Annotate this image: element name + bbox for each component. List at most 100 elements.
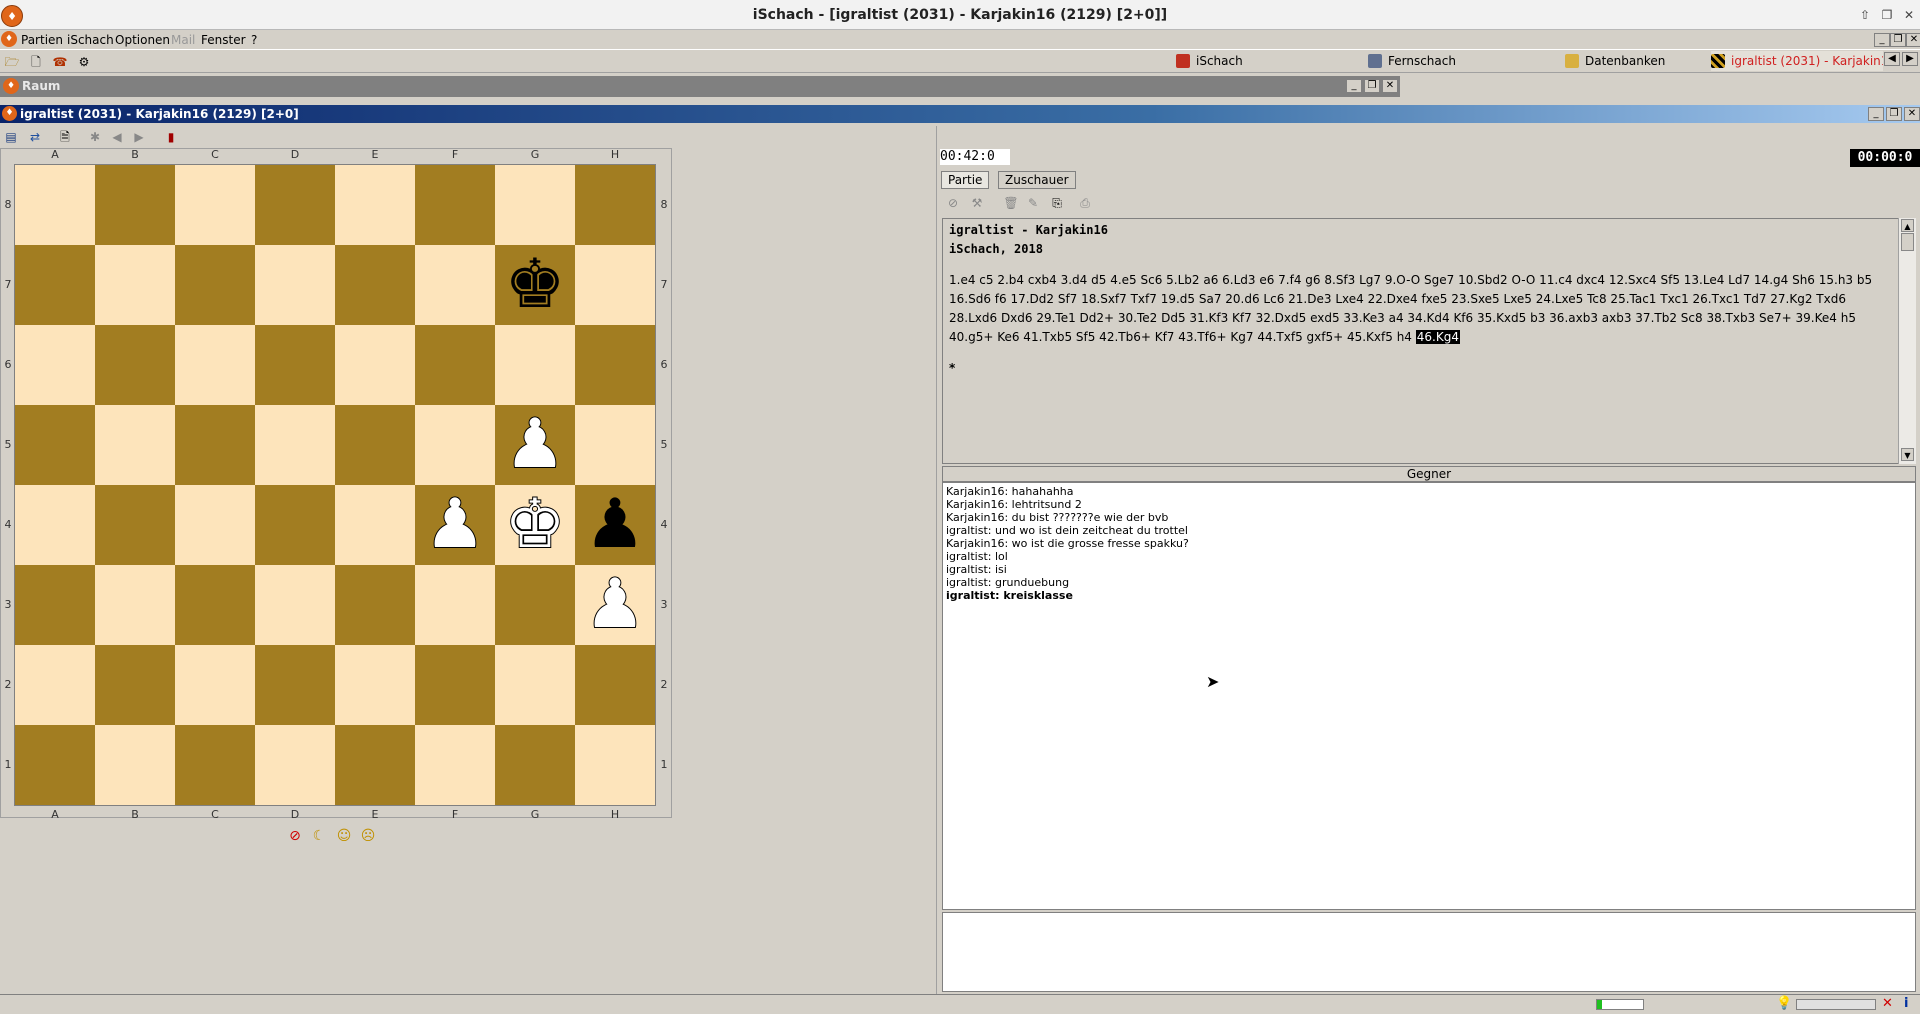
square-d7[interactable] [255, 245, 335, 325]
white-pawn-f4[interactable]: ♟ [415, 484, 495, 565]
square-a8[interactable] [15, 165, 95, 245]
telephone-icon[interactable]: ☎ [51, 53, 69, 71]
square-a7[interactable] [15, 245, 95, 325]
white-pawn-h3[interactable]: ♟ [575, 564, 655, 645]
square-f2[interactable] [415, 645, 495, 725]
square-h7[interactable] [575, 245, 655, 325]
square-d1[interactable] [255, 725, 335, 805]
square-c8[interactable] [175, 165, 255, 245]
raum-close-icon[interactable]: ✕ [1382, 79, 1398, 93]
tab-current-game[interactable]: igraltist (2031) - Karjakin16 (212 [1711, 51, 1883, 71]
square-f8[interactable] [415, 165, 495, 245]
square-a5[interactable] [15, 405, 95, 485]
black-king-g7[interactable]: ♚ [495, 245, 575, 325]
square-b8[interactable] [95, 165, 175, 245]
square-g8[interactable] [495, 165, 575, 245]
white-king-g4[interactable]: ♚ [495, 484, 575, 565]
square-e5[interactable] [335, 405, 415, 485]
square-f7[interactable] [415, 245, 495, 325]
cancel-icon[interactable]: ⊘ [944, 194, 962, 212]
square-e3[interactable] [335, 565, 415, 645]
restore-icon[interactable]: ❐ [1877, 6, 1897, 24]
delete-icon[interactable]: 🗑 [1002, 194, 1020, 212]
square-b5[interactable] [95, 405, 175, 485]
flip-board-icon[interactable]: ⇄ [26, 128, 44, 146]
square-d8[interactable] [255, 165, 335, 245]
square-d6[interactable] [255, 325, 335, 405]
info-icon[interactable]: i [1904, 996, 1908, 1011]
tab-scroll-right-icon[interactable]: ▶ [1902, 52, 1918, 66]
open-folder-icon[interactable]: 🗁 [3, 53, 21, 71]
tab-datenbanken[interactable]: Datenbanken [1565, 51, 1665, 71]
square-e4[interactable] [335, 485, 415, 565]
square-e6[interactable] [335, 325, 415, 405]
square-h5[interactable] [575, 405, 655, 485]
square-d5[interactable] [255, 405, 335, 485]
white-pawn-g5[interactable]: ♟ [495, 404, 575, 485]
square-c1[interactable] [175, 725, 255, 805]
tab-scroll-left-icon[interactable]: ◀ [1884, 52, 1900, 66]
mdi-restore-icon[interactable]: ❐ [1890, 33, 1906, 47]
move-back-icon[interactable]: ◀ [108, 128, 126, 146]
square-e1[interactable] [335, 725, 415, 805]
disconnect-icon[interactable]: ✕ [1882, 996, 1893, 1011]
notation-icon[interactable]: 🗎 [56, 128, 74, 146]
scroll-down-icon[interactable]: ▼ [1901, 448, 1914, 461]
app-menu-icon[interactable]: ♦ [1, 31, 17, 47]
square-a1[interactable] [15, 725, 95, 805]
pen-icon[interactable]: ✎ [1024, 194, 1042, 212]
menu-optionen[interactable]: Optionen [115, 32, 170, 48]
smile-icon[interactable]: ☺ [336, 828, 352, 844]
square-b6[interactable] [95, 325, 175, 405]
notation-scrollbar[interactable]: ▲ ▼ [1898, 218, 1916, 464]
square-b1[interactable] [95, 725, 175, 805]
moves-text[interactable]: 1.e4 c5 2.b4 cxb4 3.d4 d5 4.e5 Sc6 5.Lb2… [949, 273, 1872, 344]
game-close-icon[interactable]: ✕ [1904, 107, 1920, 121]
scroll-up-icon[interactable]: ▲ [1901, 219, 1914, 232]
mdi-minimize-icon[interactable]: _ [1874, 33, 1890, 47]
square-f5[interactable] [415, 405, 495, 485]
current-move[interactable]: 46.Kg4 [1415, 330, 1460, 344]
menu-partien[interactable]: Partien [21, 32, 63, 48]
square-g6[interactable] [495, 325, 575, 405]
square-f6[interactable] [415, 325, 495, 405]
square-h8[interactable] [575, 165, 655, 245]
square-e8[interactable] [335, 165, 415, 245]
square-d3[interactable] [255, 565, 335, 645]
draw-moon-icon[interactable]: ☾ [311, 828, 327, 844]
square-d2[interactable] [255, 645, 335, 725]
move-forward-icon[interactable]: ▶ [130, 128, 148, 146]
print-icon[interactable]: ⎙ [1076, 194, 1094, 212]
hint-bulb-icon[interactable]: 💡 [1776, 996, 1792, 1011]
tab-fernschach[interactable]: Fernschach [1368, 51, 1456, 71]
square-e2[interactable] [335, 645, 415, 725]
raum-restore-icon[interactable]: ❐ [1364, 79, 1380, 93]
notation-panel[interactable]: igraltist - Karjakin16 iSchach, 2018 1.e… [942, 218, 1900, 464]
square-h2[interactable] [575, 645, 655, 725]
chess-board[interactable]: ♚ ♟ ♟ ♚ ♟ ♟ [14, 164, 656, 806]
square-f1[interactable] [415, 725, 495, 805]
square-g2[interactable] [495, 645, 575, 725]
square-f3[interactable] [415, 565, 495, 645]
copy-icon[interactable]: ⎘ [1048, 194, 1066, 212]
square-g1[interactable] [495, 725, 575, 805]
close-icon[interactable]: ✕ [1899, 6, 1919, 24]
game-menu-icon[interactable]: ▤ [2, 128, 20, 146]
square-e7[interactable] [335, 245, 415, 325]
square-d4[interactable] [255, 485, 335, 565]
square-a4[interactable] [15, 485, 95, 565]
raum-window-bar[interactable]: ♦ Raum [0, 76, 1400, 97]
square-a6[interactable] [15, 325, 95, 405]
square-g3[interactable] [495, 565, 575, 645]
square-h6[interactable] [575, 325, 655, 405]
scroll-thumb[interactable] [1901, 233, 1914, 251]
chat-input[interactable] [942, 912, 1916, 992]
frown-icon[interactable]: ☹ [360, 828, 376, 844]
square-b4[interactable] [95, 485, 175, 565]
square-c5[interactable] [175, 405, 255, 485]
square-h1[interactable] [575, 725, 655, 805]
abort-icon[interactable]: ⊘ [287, 828, 303, 844]
square-c2[interactable] [175, 645, 255, 725]
tab-zuschauer[interactable]: Zuschauer [998, 171, 1076, 189]
chess-clock-icon[interactable]: ▮ [162, 128, 180, 146]
